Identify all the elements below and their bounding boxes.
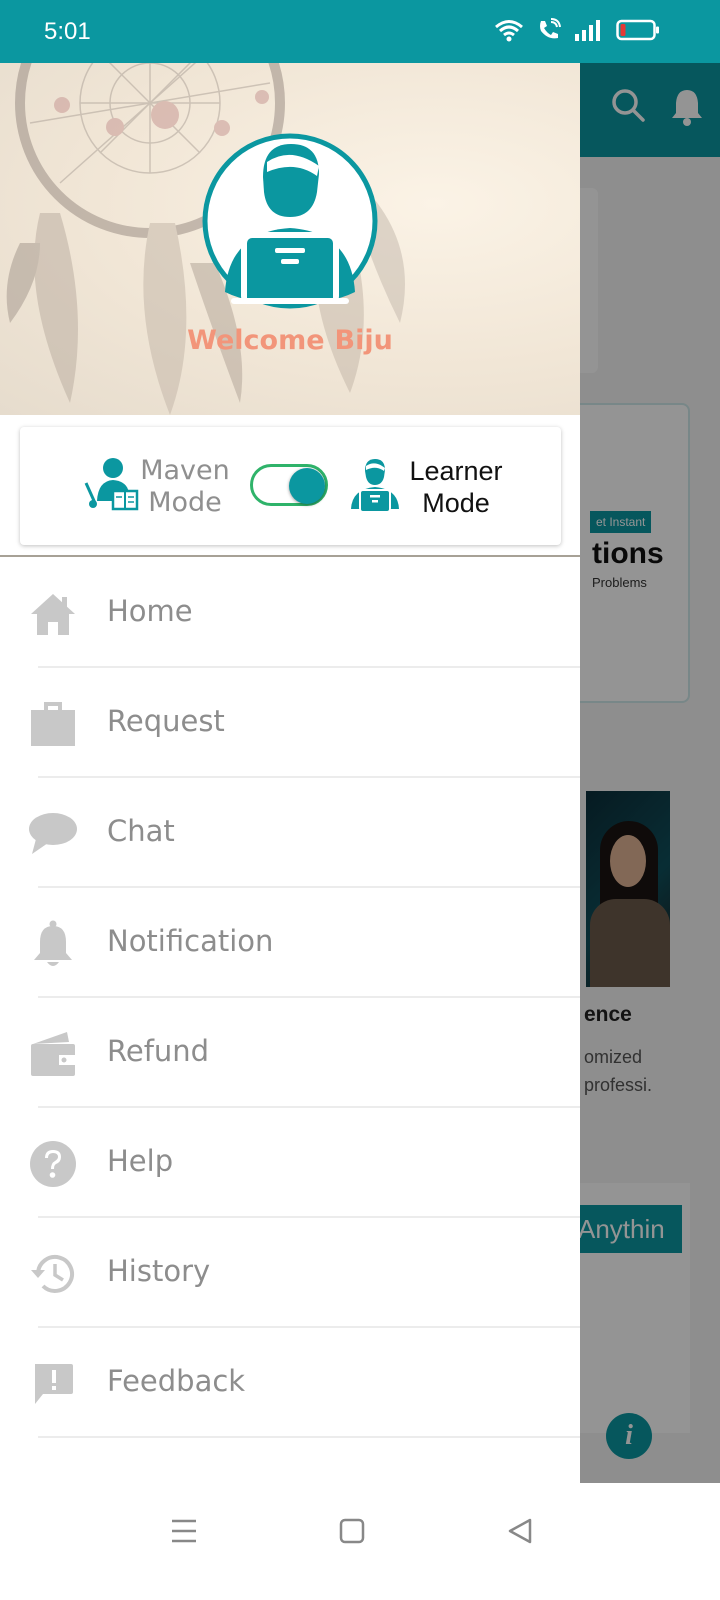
- user-name: Biju: [334, 325, 393, 356]
- home-icon: [28, 590, 78, 638]
- system-navigation-bar: [0, 1483, 720, 1600]
- maven-teacher-icon: [83, 457, 139, 516]
- welcome-word: Welcome: [187, 325, 325, 356]
- status-icons: [494, 18, 660, 47]
- menu-item-chat[interactable]: Chat: [0, 778, 580, 888]
- menu-item-history[interactable]: History: [0, 1218, 580, 1328]
- menu-item-notification[interactable]: Notification: [0, 888, 580, 998]
- navigation-drawer: Welcome Biju Maven Mode Learner Mode Hom…: [0, 63, 580, 1483]
- battery-icon: [616, 18, 660, 47]
- welcome-text: Welcome Biju: [0, 325, 580, 356]
- status-time: 5:01: [44, 18, 91, 45]
- menu-item-refund[interactable]: Refund: [0, 998, 580, 1108]
- maven-mode-label: Maven Mode: [140, 455, 230, 518]
- menu-label-history: History: [107, 1254, 211, 1288]
- menu-label-notification: Notification: [107, 924, 274, 958]
- mode-toggle[interactable]: [250, 464, 328, 506]
- menu-label-feedback: Feedback: [107, 1364, 246, 1398]
- signal-icon: [574, 18, 604, 47]
- drawer-header: Welcome Biju: [0, 63, 580, 415]
- wallet-icon: [28, 1030, 78, 1078]
- wifi-icon: [494, 18, 524, 47]
- feedback-icon: [28, 1360, 78, 1408]
- header-divider: [0, 555, 580, 557]
- help-circle-icon: [28, 1140, 78, 1188]
- menu-label-help: Help: [107, 1144, 174, 1178]
- menu-item-help[interactable]: Help: [0, 1108, 580, 1218]
- chat-bubble-icon: [28, 810, 78, 858]
- status-bar: 5:01: [0, 0, 720, 63]
- briefcase-icon: [28, 700, 78, 748]
- back-triangle-icon[interactable]: [500, 1511, 540, 1551]
- wifi-call-icon: [536, 18, 562, 47]
- menu-label-home: Home: [107, 594, 193, 628]
- menu-lines-icon[interactable]: [164, 1511, 204, 1551]
- drawer-menu: Home Request Chat Notification Refund He…: [0, 558, 580, 1438]
- home-square-icon[interactable]: [332, 1511, 372, 1551]
- menu-label-request: Request: [107, 704, 225, 738]
- bell-icon: [28, 920, 78, 968]
- menu-item-home[interactable]: Home: [0, 558, 580, 668]
- menu-item-feedback[interactable]: Feedback: [0, 1328, 580, 1438]
- mode-switch-card: Maven Mode Learner Mode: [20, 427, 561, 545]
- user-avatar[interactable]: [201, 132, 379, 310]
- menu-divider: [38, 1436, 580, 1438]
- menu-label-chat: Chat: [107, 814, 175, 848]
- learner-mode-label: Learner Mode: [409, 456, 503, 518]
- menu-label-refund: Refund: [107, 1034, 210, 1068]
- mode-toggle-knob[interactable]: [289, 468, 325, 504]
- menu-item-request[interactable]: Request: [0, 668, 580, 778]
- learner-laptop-icon: [347, 457, 403, 518]
- history-icon: [28, 1250, 78, 1298]
